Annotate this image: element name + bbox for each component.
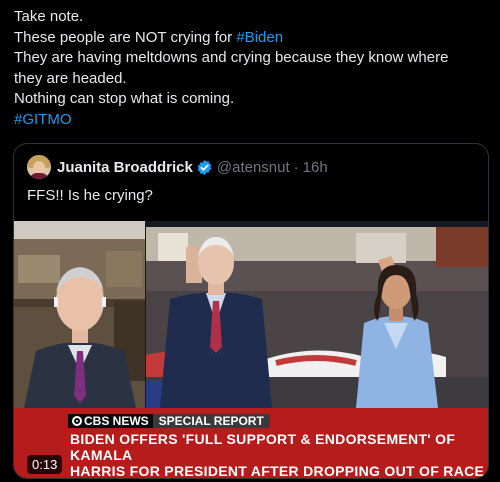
quoted-tweet-text: FFS!! Is he crying?	[27, 187, 153, 204]
tweet-line-2-text: These people are NOT crying for	[14, 28, 233, 46]
headline-line-1: BIDEN OFFERS 'FULL SUPPORT & ENDORSEMENT…	[70, 431, 456, 463]
tweet-line-1: Take note.	[14, 8, 84, 25]
separator-dot: ·	[293, 158, 299, 176]
news-headline: BIDEN OFFERS 'FULL SUPPORT & ENDORSEMENT…	[70, 431, 488, 478]
tweet-line-4: they are headed.	[14, 69, 127, 87]
video-player[interactable]: CBS NEWS SPECIAL REPORT BIDEN OFFERS 'FU…	[14, 221, 488, 478]
post-time[interactable]: 16h	[303, 159, 328, 176]
cbs-eye-icon	[72, 416, 82, 426]
tweet-text: Take note. These people are NOT crying f…	[14, 7, 494, 130]
video-right-panel	[146, 227, 488, 408]
hashtag-biden-link[interactable]: #Biden	[236, 29, 283, 46]
verified-badge-icon	[197, 159, 212, 175]
network-name: CBS NEWS	[84, 414, 149, 428]
author-handle[interactable]: @atensnut	[217, 159, 290, 176]
headline-line-2: HARRIS FOR PRESIDENT AFTER DROPPING OUT …	[70, 463, 485, 478]
quoted-tweet-card[interactable]: Juanita Broaddrick @atensnut · 16h FFS!!…	[13, 143, 489, 479]
tweet-line-5: Nothing can stop what is coming.	[14, 90, 235, 107]
tweet-line-2: These people are NOT crying for #Biden	[14, 28, 494, 49]
hashtag-gitmo-link[interactable]: #GITMO	[14, 110, 494, 131]
video-left-panel	[14, 221, 145, 408]
author-name[interactable]: Juanita Broaddrick	[57, 159, 193, 176]
cbs-banner: CBS NEWS SPECIAL REPORT	[68, 414, 270, 428]
video-duration: 0:13	[27, 455, 63, 474]
avatar[interactable]	[27, 155, 51, 179]
special-report-label: SPECIAL REPORT	[152, 414, 270, 428]
news-lower-third: CBS NEWS SPECIAL REPORT BIDEN OFFERS 'FU…	[14, 408, 488, 478]
cbs-logo: CBS NEWS	[68, 414, 153, 428]
tweet-line-3: They are having meltdowns and crying bec…	[14, 49, 449, 66]
quoted-tweet-header: Juanita Broaddrick @atensnut · 16h	[27, 154, 328, 180]
